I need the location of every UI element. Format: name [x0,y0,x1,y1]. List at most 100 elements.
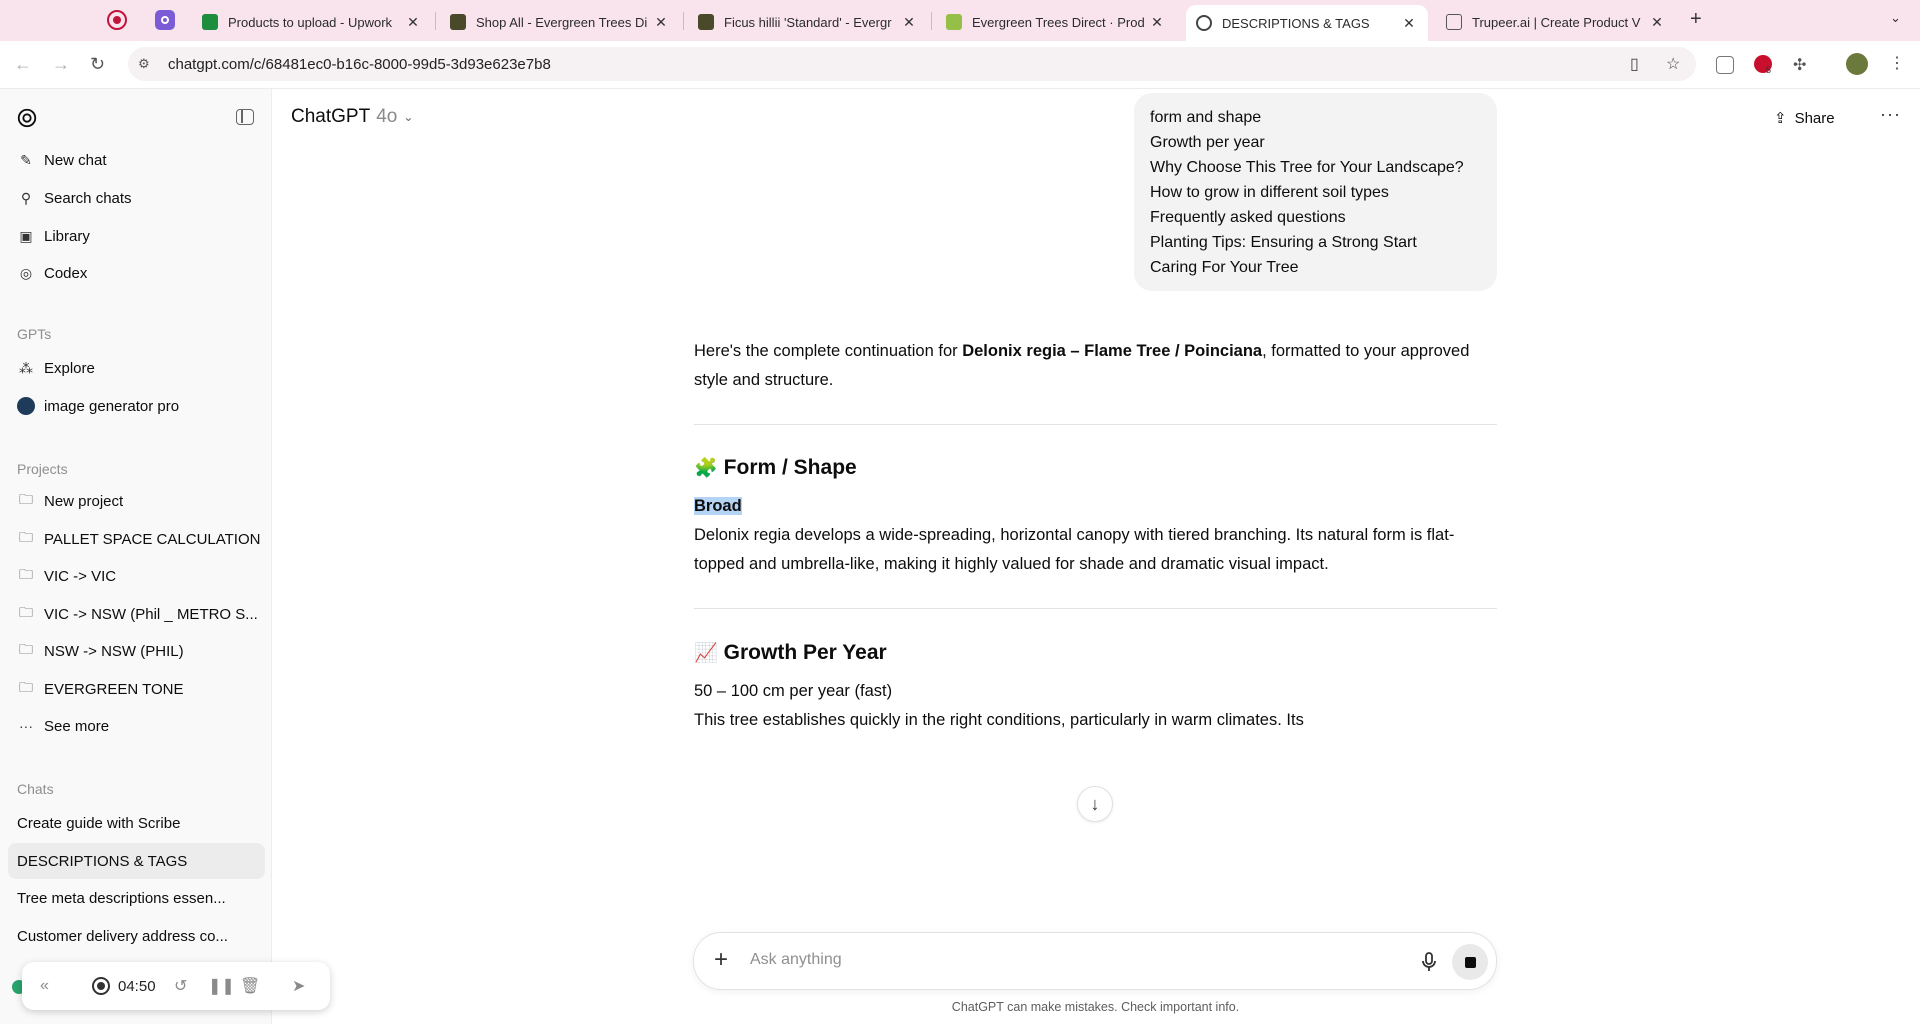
sidebar-item-project[interactable]: 🗀 VIC -> VIC [8,558,265,594]
tab-title: Products to upload - Upwork [228,14,393,30]
pause-icon[interactable]: ❚❚ [208,962,235,1010]
folder-icon: 🗀 [19,641,33,657]
sidebar-item-label: EVERGREEN TONE [44,680,184,698]
chat-history-label: Customer delivery address co... [17,927,228,945]
sidebar-item-project[interactable]: 🗀 NSW -> NSW (PHIL) [8,633,265,669]
sidebar-item-new-chat[interactable]: ✎ New chat [8,142,265,178]
tab-upwork[interactable]: Products to upload - Upwork ✕ [192,5,432,39]
chats-heading: Chats [17,781,54,797]
site-settings-icon[interactable]: ⚙ [138,56,154,72]
close-icon[interactable]: ✕ [900,14,918,31]
composer-input[interactable]: Ask anything [750,951,842,969]
sidebar-item-label: VIC -> NSW (Phil _ METRO S... [44,605,258,623]
collapse-icon[interactable]: « [40,962,49,1010]
model-selector[interactable]: ChatGPT 4o ⌄ [291,106,413,128]
sidebar-item-new-project[interactable]: 🗀 New project [8,483,265,519]
tab-divider [931,12,932,30]
scroll-to-bottom-button[interactable]: ↓ [1077,786,1113,822]
tab-descriptions-tags[interactable]: DESCRIPTIONS & TAGS ✕ [1186,5,1428,41]
gpt-avatar-icon [16,397,36,416]
close-icon[interactable]: ✕ [404,14,422,31]
extension-icon[interactable] [1716,56,1734,74]
extension-tab-icon[interactable] [155,10,175,30]
trash-icon[interactable]: 🗑 [240,962,260,1010]
pointer-icon[interactable]: ➤ [292,962,305,1010]
tab-trupeer[interactable]: Trupeer.ai | Create Product V ✕ [1436,5,1676,39]
forward-icon[interactable]: → [52,54,70,75]
sidebar-item-project[interactable]: 🗀 EVERGREEN TONE [8,671,265,707]
tab-ficus[interactable]: Ficus hillii 'Standard' - Evergr ✕ [688,5,928,39]
gpts-heading: GPTs [17,326,52,342]
sidebar-item-explore[interactable]: ⁂ Explore [8,350,265,386]
folder-plus-icon: 🗀 [19,491,33,507]
arrow-down-icon: ↓ [1090,793,1100,814]
heading-text: Growth Per Year [723,641,887,664]
doc-favicon-icon [1446,14,1462,30]
sidebar-item-image-generator-pro[interactable]: image generator pro [8,388,265,424]
reload-icon[interactable]: ↻ [90,54,105,75]
chat-history-item-active[interactable]: DESCRIPTIONS & TAGS [8,843,265,879]
tab-shopify[interactable]: Evergreen Trees Direct · Prod ✕ [936,5,1176,39]
sidebar-item-search-chats[interactable]: ⚲ Search chats [8,180,265,216]
sidebar-item-project[interactable]: 🗀 PALLET SPACE CALCULATION [8,521,265,557]
browser-menu-icon[interactable]: ⋮ [1889,53,1905,73]
tab-divider [435,12,436,30]
sidebar-item-label: Explore [44,359,95,377]
plus-icon[interactable]: + [714,946,728,974]
user-message-bubble: form and shape Growth per year Why Choos… [1134,93,1497,291]
new-tab-icon[interactable]: + [1690,8,1702,31]
puzzle-piece-icon: 🧩 [694,458,718,479]
tab-title: DESCRIPTIONS & TAGS [1222,15,1370,31]
more-options-icon[interactable]: ··· [1880,104,1901,125]
folder-icon: 🗀 [19,604,33,620]
close-icon[interactable]: ✕ [1148,14,1166,31]
model-name: 4o [376,106,398,127]
extension-badge-icon[interactable]: 5 [1754,55,1772,75]
tab-shop-all[interactable]: Shop All - Evergreen Trees Di ✕ [440,5,680,39]
user-message-line: Growth per year [1150,134,1265,151]
page-info-icon[interactable]: ▯ [1630,47,1639,81]
chat-history-item[interactable]: Tree meta descriptions essen... [8,880,265,916]
sidebar-item-label: Codex [44,264,88,282]
sidebar-item-label: New project [44,492,124,510]
tab-search-chevron-icon[interactable]: ⌄ [1890,10,1901,26]
puzzle-icon[interactable]: ✣ [1793,55,1806,75]
sidebar-item-project[interactable]: 🗀 VIC -> NSW (Phil _ METRO S... [8,596,265,632]
growth-rate: 50 – 100 cm per year (fast) [694,682,893,700]
section-heading-growth: 📈 Growth Per Year [694,641,887,665]
shopify-icon [946,14,962,30]
growth-description: This tree establishes quickly in the rig… [694,711,1304,729]
stop-generating-button[interactable] [1452,944,1488,980]
back-icon[interactable]: ← [14,54,32,75]
new-chat-icon: ✎ [20,151,32,168]
address-bar[interactable]: ⚙ chatgpt.com/c/68481ec0-b16c-8000-99d5-… [128,47,1696,81]
chat-history-item[interactable]: Create guide with Scribe [8,805,265,841]
url-text: chatgpt.com/c/68481ec0-b16c-8000-99d5-3d… [168,55,551,73]
record-icon[interactable] [107,10,127,30]
user-message-line: Caring For Your Tree [1150,259,1299,276]
sidebar-item-codex[interactable]: ◎ Codex [8,255,265,291]
restart-icon[interactable]: ↺ [174,962,187,1010]
sidebar-toggle-icon[interactable] [236,109,254,125]
chat-history-item[interactable]: Customer delivery address co... [8,918,265,954]
bookmark-star-icon[interactable]: ☆ [1666,47,1680,81]
openai-logo-icon[interactable] [16,107,38,129]
close-icon[interactable]: ✕ [1400,15,1418,32]
user-message-line: How to grow in different soil types [1150,184,1389,201]
search-icon: ⚲ [20,189,32,206]
close-icon[interactable]: ✕ [652,14,670,31]
profile-avatar[interactable] [1846,53,1868,75]
share-label: Share [1794,109,1835,127]
microphone-icon[interactable] [1416,949,1442,975]
ellipsis-icon: ··· [19,718,33,734]
share-button[interactable]: ⇪ Share [1774,101,1835,135]
sidebar-item-see-more[interactable]: ··· See more [8,708,265,744]
divider [694,608,1497,609]
folder-icon: 🗀 [19,529,33,545]
projects-heading: Projects [17,461,68,477]
message-composer[interactable]: + Ask anything [693,932,1497,990]
user-message-line: Planting Tips: Ensuring a Strong Start [1150,234,1417,251]
sidebar-item-library[interactable]: ▣ Library [8,218,265,254]
close-icon[interactable]: ✕ [1648,14,1666,31]
sidebar-item-label: NSW -> NSW (PHIL) [44,642,184,660]
